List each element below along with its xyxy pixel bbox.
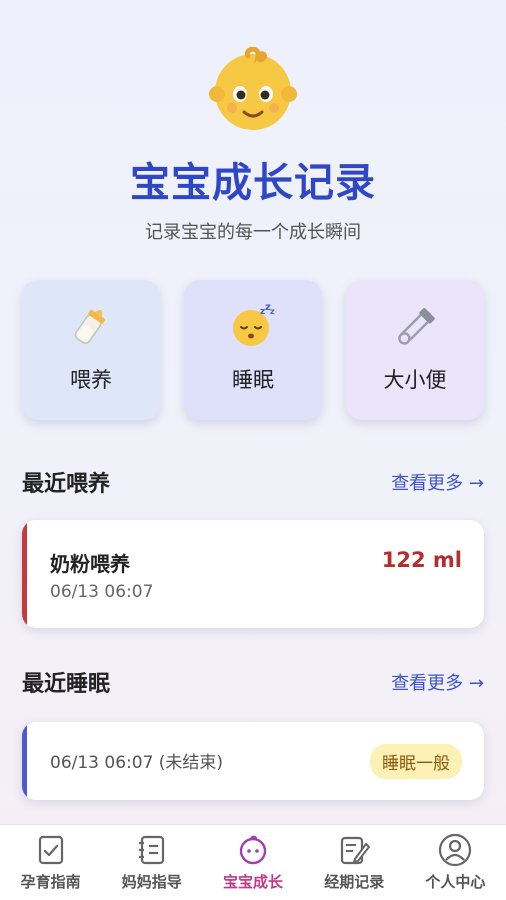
hero: 宝宝成长记录 记录宝宝的每一个成长瞬间 <box>0 0 506 244</box>
user-icon <box>439 833 472 867</box>
checklist-icon <box>38 835 63 865</box>
baby-icon <box>239 835 267 865</box>
quick-actions: 喂养 z z z 睡眠 大小便 <box>0 280 506 420</box>
potty-card-label: 大小便 <box>383 368 447 392</box>
tab-period-record-label: 经期记录 <box>324 873 385 891</box>
feeding-record-accent <box>22 520 27 628</box>
sleep-card-label: 睡眠 <box>232 368 274 392</box>
baby-face-icon <box>208 44 298 134</box>
tab-profile[interactable]: 个人中心 <box>405 825 506 900</box>
tab-pregnancy-guide[interactable]: 孕育指南 <box>0 825 101 900</box>
safety-pin-icon <box>398 308 435 345</box>
feeding-card-label: 喂养 <box>70 368 112 392</box>
feeding-record[interactable]: 奶粉喂养 06/13 06:07 122 ml <box>22 520 484 628</box>
tab-period-record[interactable]: 经期记录 <box>304 825 405 900</box>
feeding-card[interactable]: 喂养 <box>22 280 160 420</box>
bottom-tab-bar: 孕育指南 妈妈指导 宝宝成长 经期记录 个人中心 <box>0 824 506 900</box>
page-subtitle: 记录宝宝的每一个成长瞬间 <box>145 222 361 243</box>
tab-pregnancy-guide-label: 孕育指南 <box>20 873 81 891</box>
svg-text:z: z <box>270 307 275 316</box>
potty-card[interactable]: 大小便 <box>346 280 484 420</box>
sleep-record-accent <box>22 722 27 800</box>
feeding-time: 06/13 06:07 <box>50 582 154 602</box>
feeding-type: 奶粉喂养 <box>50 552 130 576</box>
notebook-icon <box>138 835 164 865</box>
recent-feeding-header: 最近喂养 查看更多 → <box>0 466 506 498</box>
tab-baby-growth-label: 宝宝成长 <box>223 873 284 891</box>
edit-note-icon <box>341 836 371 865</box>
tab-profile-label: 个人中心 <box>425 873 486 891</box>
sleep-time: 06/13 06:07 (未结束) <box>50 753 224 773</box>
baby-bottle-icon <box>74 309 106 344</box>
sleep-card[interactable]: z z z 睡眠 <box>184 280 322 420</box>
tab-mom-guide-label: 妈妈指导 <box>121 873 182 891</box>
feeding-more-link[interactable]: 查看更多 → <box>391 469 484 495</box>
recent-sleep-title: 最近睡眠 <box>22 672 111 697</box>
sleep-record[interactable]: 06/13 06:07 (未结束) 睡眠一般 <box>22 722 484 800</box>
page-title: 宝宝成长记录 <box>130 160 376 206</box>
recent-feeding-title: 最近喂养 <box>22 472 111 497</box>
recent-sleep-header: 最近睡眠 查看更多 → <box>0 666 506 698</box>
sleeping-face-icon: z z z <box>233 302 275 346</box>
sleep-quality-badge: 睡眠一般 <box>370 744 462 779</box>
tab-mom-guide[interactable]: 妈妈指导 <box>101 825 202 900</box>
tab-baby-growth[interactable]: 宝宝成长 <box>202 825 303 900</box>
sleep-more-link[interactable]: 查看更多 → <box>391 669 484 695</box>
feeding-amount: 122 ml <box>381 548 462 572</box>
